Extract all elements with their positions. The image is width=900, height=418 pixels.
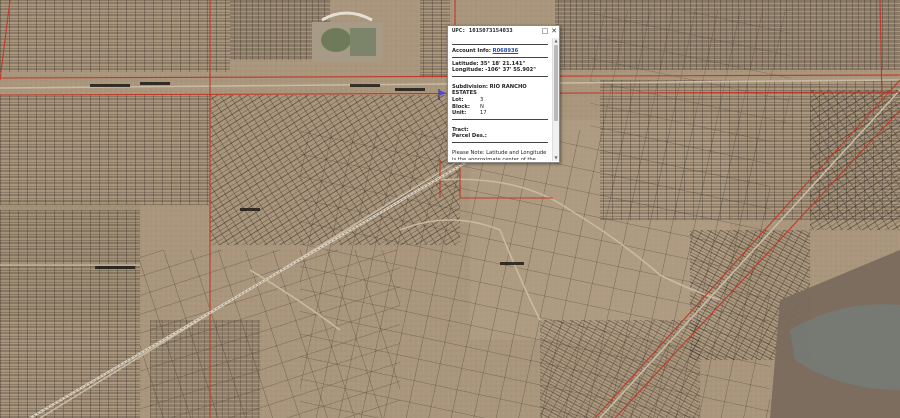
scroll-up-icon[interactable]: ▲	[553, 38, 559, 44]
unit-label: Unit:	[452, 110, 467, 117]
popup-scrollbar[interactable]: ▲ ▼	[552, 38, 559, 161]
divider	[452, 44, 548, 45]
account-label: Account Info:	[452, 48, 491, 54]
longitude-value: -106° 37' 55.902"	[485, 67, 536, 74]
divider	[452, 56, 548, 58]
divider	[452, 141, 548, 143]
coordinate-note: Please Note: Latitude and Longitude is t…	[452, 149, 547, 160]
parcel-marker-icon[interactable]	[438, 89, 447, 100]
scroll-thumb[interactable]	[554, 45, 558, 121]
popup-titlebar: UPC: 1015073154033 □ ✕	[448, 26, 559, 38]
block-label: Block:	[452, 103, 470, 110]
latitude-label: Latitude:	[452, 60, 479, 67]
scroll-down-icon[interactable]: ▼	[553, 155, 559, 161]
popup-title: UPC: 1015073154033	[452, 28, 513, 34]
longitude-label: Longitude:	[452, 67, 484, 74]
divider	[452, 118, 548, 120]
parcel-info-popup: UPC: 1015073154033 □ ✕ Account Info: R06…	[447, 25, 560, 163]
parcel-map[interactable]: UPC: 1015073154033 □ ✕ Account Info: R06…	[0, 0, 900, 418]
lot-value: 3	[480, 96, 484, 103]
parcel-region-grid	[0, 95, 210, 205]
tract-label: Tract:	[452, 126, 469, 133]
account-link[interactable]: R068936	[493, 48, 519, 54]
parcel-des-label: Parcel Des.:	[452, 133, 487, 140]
divider	[452, 75, 548, 77]
latitude-value: 35° 18' 21.141"	[480, 60, 526, 67]
popup-content: Account Info: R068936 Latitude: 35° 18' …	[448, 38, 552, 160]
subdivision-label: Subdivision:	[452, 83, 488, 90]
block-value: N	[480, 103, 484, 110]
close-icon[interactable]: ✕	[550, 27, 558, 35]
lot-label: Lot:	[452, 96, 464, 103]
unit-value: 17	[480, 110, 487, 117]
maximize-icon[interactable]: □	[541, 27, 549, 35]
